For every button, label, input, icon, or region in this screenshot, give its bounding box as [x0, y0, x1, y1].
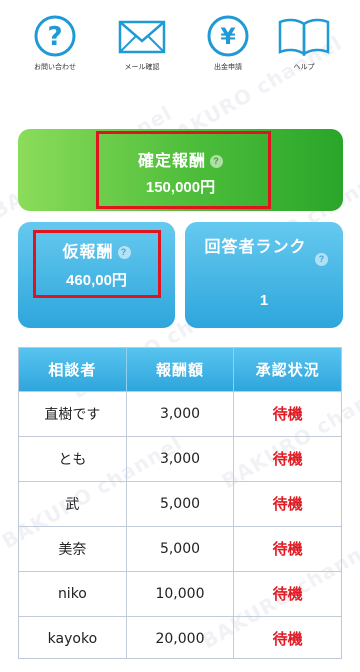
nav-withdraw-label: 出金申請 [214, 63, 242, 71]
table-row[interactable]: 直樹です 3,000 待機 [19, 390, 341, 436]
table-row[interactable]: とも 3,000 待機 [19, 435, 341, 481]
column-header-amount: 報酬額 [126, 348, 235, 391]
cell-status: 待機 [233, 435, 341, 481]
cell-status: 待機 [233, 525, 341, 571]
tentative-highlight-box [33, 230, 161, 298]
question-circle-icon: ? [34, 15, 76, 57]
cell-consultant: niko [19, 570, 127, 616]
table-row[interactable]: 武 5,000 待機 [19, 480, 341, 526]
table-row[interactable]: kayoko 20,000 待機 [19, 615, 341, 658]
cell-amount: 20,000 [126, 615, 235, 658]
nav-contact[interactable]: ? お問い合わせ [15, 14, 95, 72]
mail-envelope-icon [118, 20, 166, 54]
top-nav: ? お問い合わせ メール確認 ¥ 出金申請 ヘルプ [0, 14, 360, 74]
cell-amount: 3,000 [126, 390, 235, 436]
rank-value: 1 [259, 292, 269, 309]
cell-amount: 10,000 [126, 570, 235, 616]
nav-contact-label: お問い合わせ [34, 63, 76, 71]
cell-status: 待機 [233, 615, 341, 658]
nav-withdraw[interactable]: ¥ 出金申請 [188, 14, 268, 72]
rank-help-icon[interactable]: ? [315, 253, 328, 266]
cell-consultant: 美奈 [19, 525, 127, 571]
nav-help-label: ヘルプ [293, 63, 315, 71]
cell-consultant: kayoko [19, 615, 127, 658]
yen-circle-icon: ¥ [207, 15, 249, 57]
cell-status: 待機 [233, 570, 341, 616]
table-header-row: 相談者 報酬額 承認状況 [19, 348, 341, 391]
nav-help[interactable]: ヘルプ [264, 14, 344, 72]
confirmed-highlight-box [96, 131, 271, 209]
cell-consultant: 武 [19, 480, 127, 526]
nav-mail[interactable]: メール確認 [102, 14, 182, 72]
table-row[interactable]: niko 10,000 待機 [19, 570, 341, 616]
rank-title: 回答者ランク [204, 239, 307, 256]
open-book-icon [278, 18, 330, 57]
cell-amount: 5,000 [126, 480, 235, 526]
cell-amount: 3,000 [126, 435, 235, 481]
cell-status: 待機 [233, 480, 341, 526]
svg-text:?: ? [47, 22, 62, 52]
table-row[interactable]: 美奈 5,000 待機 [19, 525, 341, 571]
column-header-consultant: 相談者 [19, 348, 127, 391]
cell-consultant: 直樹です [19, 390, 127, 436]
cell-amount: 5,000 [126, 525, 235, 571]
cell-consultant: とも [19, 435, 127, 481]
svg-text:¥: ¥ [220, 25, 236, 50]
reward-table: 相談者 報酬額 承認状況 直樹です 3,000 待機 とも 3,000 待機 武… [18, 347, 342, 659]
nav-mail-label: メール確認 [124, 63, 160, 71]
cell-status: 待機 [233, 390, 341, 436]
column-header-status: 承認状況 [233, 348, 341, 391]
answerer-rank-card: 回答者ランク ? 1 [185, 222, 343, 328]
